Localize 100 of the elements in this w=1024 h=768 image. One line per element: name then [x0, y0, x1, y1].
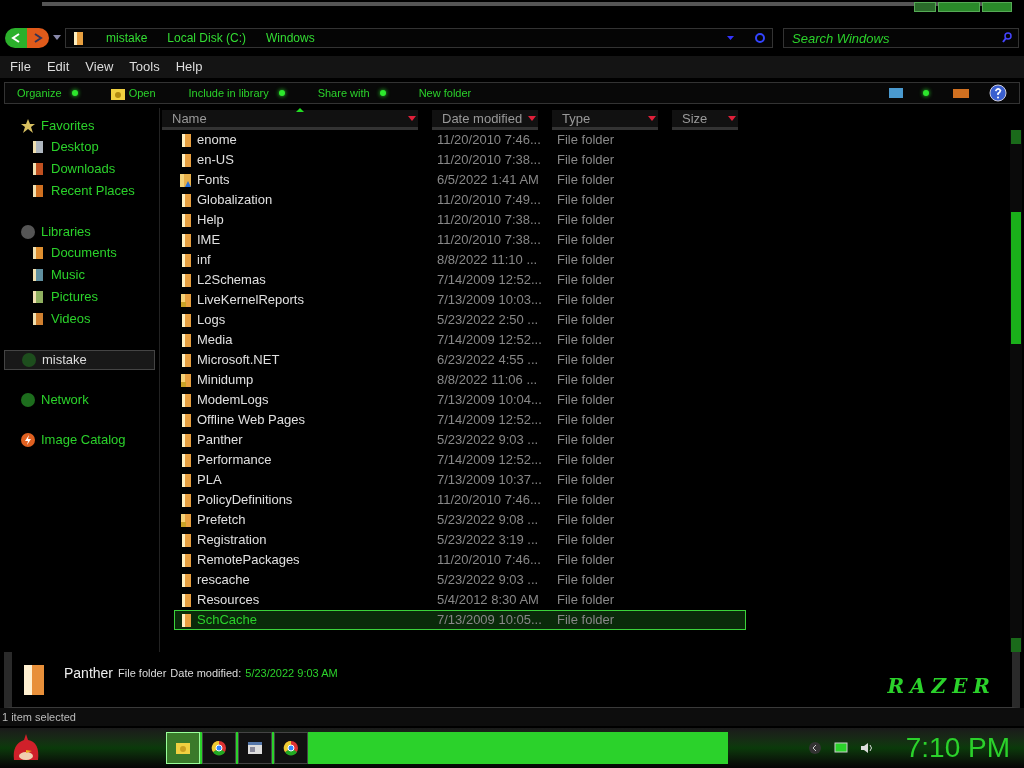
item-type: File folder — [118, 666, 167, 682]
date-modified: 11/20/2010 7:46... — [437, 551, 542, 570]
file-row[interactable]: Registration 5/23/2022 3:19 ... File folder — [174, 530, 746, 550]
file-row[interactable]: Media 7/14/2009 12:52... File folder — [174, 330, 746, 350]
sidebar-item[interactable]: Libraries — [0, 222, 159, 242]
search-icon — [1002, 32, 1013, 43]
file-row[interactable]: Help 11/20/2010 7:38... File folder — [174, 210, 746, 230]
address-bar[interactable]: mistake Local Disk (C:) Windows — [65, 28, 773, 48]
sidebar-item[interactable]: Music — [0, 264, 159, 286]
file-row[interactable]: Prefetch 5/23/2022 9:08 ... File folder — [174, 510, 746, 530]
column-header[interactable]: Date modified — [432, 110, 538, 130]
toolbar-button[interactable]: Share with — [317, 84, 386, 102]
column-header[interactable]: Size — [672, 110, 738, 130]
toolbar-button[interactable]: Include in library — [188, 84, 285, 102]
orb-icon — [21, 352, 37, 368]
search-field[interactable]: Search Windows — [783, 28, 1019, 48]
menu-item[interactable]: File — [10, 57, 31, 77]
taskbar-button[interactable] — [202, 732, 236, 764]
file-type: File folder — [557, 591, 615, 610]
file-row[interactable]: ModemLogs 7/13/2009 10:04... File folder — [174, 390, 746, 410]
menu-item[interactable]: Tools — [129, 57, 160, 77]
file-type: File folder — [557, 351, 615, 370]
toolbar-button[interactable]: Organize — [17, 84, 78, 102]
file-row[interactable]: Resources 5/4/2012 8:30 AM File folder — [174, 590, 746, 610]
sidebar-item[interactable]: Network — [0, 390, 159, 410]
column-header[interactable]: Type — [552, 110, 658, 130]
toolbar-button[interactable]: Open — [110, 84, 156, 102]
caret-icon — [528, 116, 536, 122]
file-row[interactable]: en-US 11/20/2010 7:38... File folder — [174, 150, 746, 170]
sidebar-item[interactable]: Favorites — [0, 116, 159, 136]
sidebar-item[interactable]: Image Catalog — [0, 430, 159, 450]
file-name: enome — [197, 131, 238, 150]
file-row[interactable]: PolicyDefinitions 11/20/2010 7:46... File folder — [174, 490, 746, 510]
file-row[interactable]: Performance 7/14/2009 12:52... File folder — [174, 450, 746, 470]
file-name: inf — [197, 251, 212, 270]
help-icon[interactable] — [989, 84, 1007, 102]
file-row[interactable]: rescache 5/23/2022 9:03 ... File folder — [174, 570, 746, 590]
sidebar-item[interactable]: Downloads — [0, 158, 159, 180]
taskbar-button[interactable] — [238, 732, 272, 764]
locked-folder-icon — [178, 512, 194, 528]
sidebar-item[interactable]: Recent Places — [0, 180, 159, 202]
taskbar-button[interactable] — [274, 732, 308, 764]
speaker-icon[interactable] — [859, 742, 874, 754]
menu-item[interactable]: View — [85, 57, 114, 77]
library-item-icon — [30, 267, 46, 283]
file-row[interactable]: Offline Web Pages 7/14/2009 12:52... File folder — [174, 410, 746, 430]
file-row[interactable]: Microsoft.NET 6/23/2022 4:55 ... File folder — [174, 350, 746, 370]
date-modified: 11/20/2010 7:46... — [437, 491, 542, 510]
sidebar-item[interactable]: Pictures — [0, 286, 159, 308]
file-type: File folder — [557, 271, 615, 290]
browser-icon — [283, 740, 299, 756]
file-row[interactable]: L2Schemas 7/14/2009 12:52... File folder — [174, 270, 746, 290]
menu-item[interactable]: Edit — [46, 57, 70, 77]
file-row[interactable]: Fonts 6/5/2022 1:41 AM File folder — [174, 170, 746, 190]
date-modified: 11/20/2010 7:38... — [437, 231, 542, 250]
file-name: Panther — [197, 431, 244, 450]
file-row[interactable]: Globalization 11/20/2010 7:49... File folder — [174, 190, 746, 210]
chevron-icon[interactable] — [807, 741, 822, 755]
file-row[interactable]: IME 11/20/2010 7:38... File folder — [174, 230, 746, 250]
file-row[interactable]: Logs 5/23/2022 2:50 ... File folder — [174, 310, 746, 330]
clock[interactable]: 7:10 PM — [905, 727, 1010, 768]
breadcrumb[interactable]: Local Disk (C:) — [167, 29, 247, 47]
forward-button[interactable] — [27, 28, 49, 48]
orb-icon — [20, 224, 36, 240]
file-row[interactable]: Minidump 8/8/2022 11:06 ... File folder — [174, 370, 746, 390]
file-type: File folder — [557, 571, 615, 590]
file-type: File folder — [557, 551, 615, 570]
toolbar-button[interactable]: New folder — [418, 84, 472, 102]
monitor-icon[interactable] — [833, 742, 848, 754]
file-row[interactable]: LiveKernelReports 7/13/2009 10:03... File folder — [174, 290, 746, 310]
file-row[interactable]: enome 11/20/2010 7:46... File folder — [174, 130, 746, 150]
file-type: File folder — [557, 291, 615, 310]
file-row[interactable]: PLA 7/13/2009 10:37... File folder — [174, 470, 746, 490]
file-type: File folder — [557, 471, 615, 490]
scrollbar[interactable] — [1010, 130, 1022, 652]
file-name: Resources — [197, 591, 261, 610]
date-modified: 5/23/2022 9:08 ... — [437, 511, 540, 530]
file-row[interactable]: Panther 5/23/2022 9:03 ... File folder — [174, 430, 746, 450]
menu-item[interactable]: Help — [175, 57, 203, 77]
file-type: File folder — [557, 431, 615, 450]
caret-icon — [728, 116, 736, 122]
file-type: File folder — [557, 611, 615, 630]
breadcrumb[interactable]: Windows — [266, 29, 315, 47]
caret-icon — [408, 116, 416, 122]
sidebar-item[interactable]: mistake — [4, 350, 155, 370]
browser-icon — [211, 740, 227, 756]
pane-icon[interactable] — [953, 88, 969, 98]
file-row[interactable]: RemotePackages 11/20/2010 7:46... File folder — [174, 550, 746, 570]
sidebar-item[interactable]: Desktop — [0, 136, 159, 158]
refresh-icon — [754, 32, 766, 44]
date-modified: 7/14/2009 12:52... — [437, 271, 543, 290]
file-row[interactable]: inf 8/8/2022 11:10 ... File folder — [174, 250, 746, 270]
date-modified: 6/23/2022 4:55 ... — [437, 351, 540, 370]
file-row[interactable]: SchCache 7/13/2009 10:05... File folder — [174, 610, 746, 630]
sidebar-item[interactable]: Videos — [0, 308, 159, 330]
back-button[interactable] — [5, 28, 27, 48]
breadcrumb[interactable]: mistake — [106, 29, 148, 47]
column-header[interactable]: Name — [162, 110, 418, 130]
dropdown-icon — [923, 90, 929, 96]
sidebar-item[interactable]: Documents — [0, 242, 159, 264]
